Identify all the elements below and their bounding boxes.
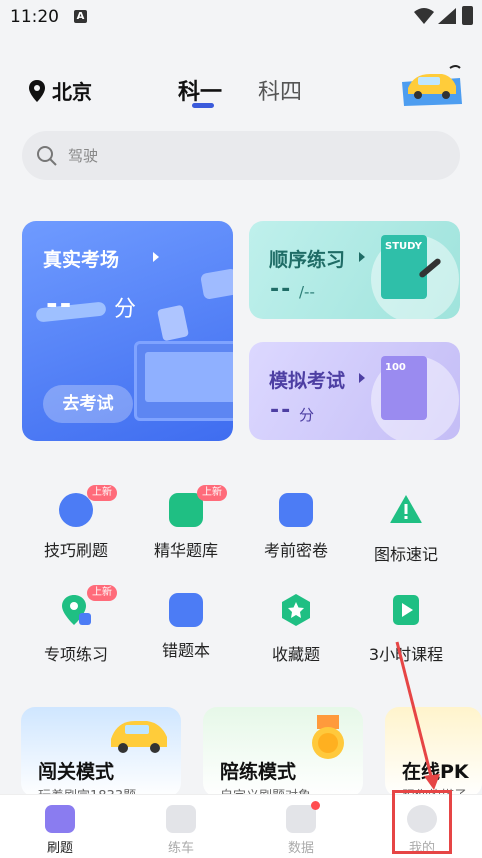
annotation-box <box>392 790 452 854</box>
annotation-arrow <box>395 641 440 790</box>
